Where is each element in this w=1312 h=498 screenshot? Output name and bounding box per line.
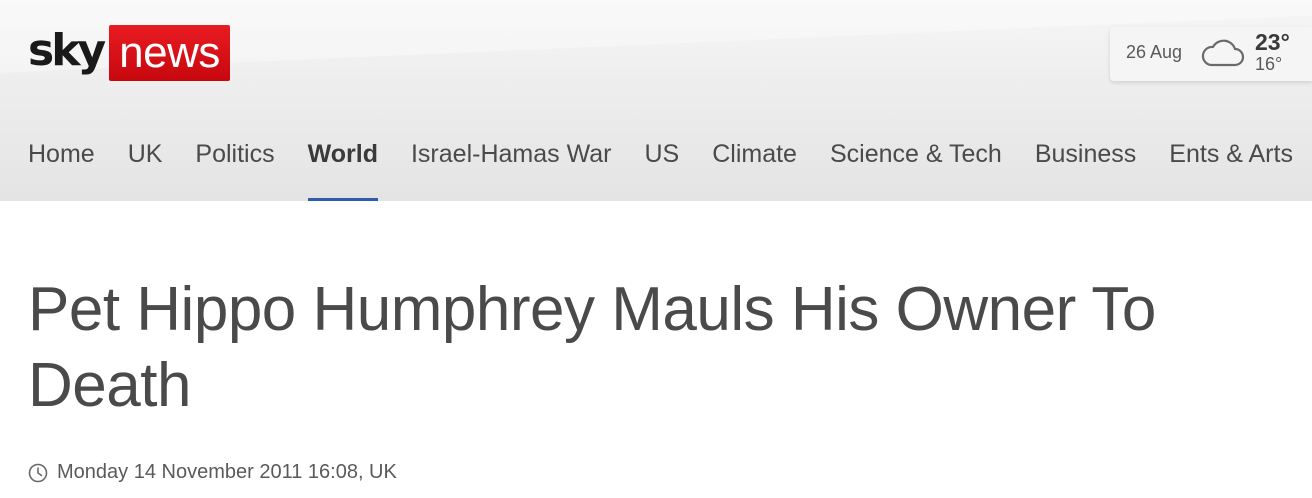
article-timestamp: Monday 14 November 2011 16:08, UK: [28, 461, 397, 484]
timestamp-text: Monday 14 November 2011 16:08, UK: [57, 461, 397, 483]
nav-item-us[interactable]: US: [644, 140, 679, 201]
nav-item-business[interactable]: Business: [1035, 140, 1136, 201]
logo-news-text: news: [109, 25, 230, 81]
nav-item-uk[interactable]: UK: [128, 140, 163, 201]
weather-low-temp: 16°: [1255, 54, 1283, 74]
clock-icon: [28, 463, 48, 483]
sky-news-logo[interactable]: sky news: [28, 25, 230, 81]
nav-item-home[interactable]: Home: [28, 140, 95, 201]
nav-item-ents-arts[interactable]: Ents & Arts: [1169, 140, 1293, 201]
article-headline: Pet Hippo Humphrey Mauls His Owner To De…: [28, 275, 1156, 420]
weather-date: 26 Aug: [1126, 42, 1183, 62]
nav-item-climate[interactable]: Climate: [712, 140, 797, 201]
main-nav: Home UK Politics World Israel-Hamas War …: [28, 140, 1312, 201]
nav-item-science-tech[interactable]: Science & Tech: [830, 140, 1002, 201]
nav-item-world[interactable]: World: [307, 140, 379, 201]
masthead: sky news 26 Aug 23° 16° Home UK Politics…: [0, 0, 1312, 201]
cloud-icon: [1199, 39, 1245, 69]
logo-sky-text: sky: [28, 25, 106, 76]
weather-widget[interactable]: 26 Aug 23° 16°: [1110, 27, 1312, 81]
nav-item-israel-hamas-war[interactable]: Israel-Hamas War: [411, 140, 612, 201]
weather-high-temp: 23°: [1255, 29, 1290, 55]
nav-item-politics[interactable]: Politics: [195, 140, 274, 201]
